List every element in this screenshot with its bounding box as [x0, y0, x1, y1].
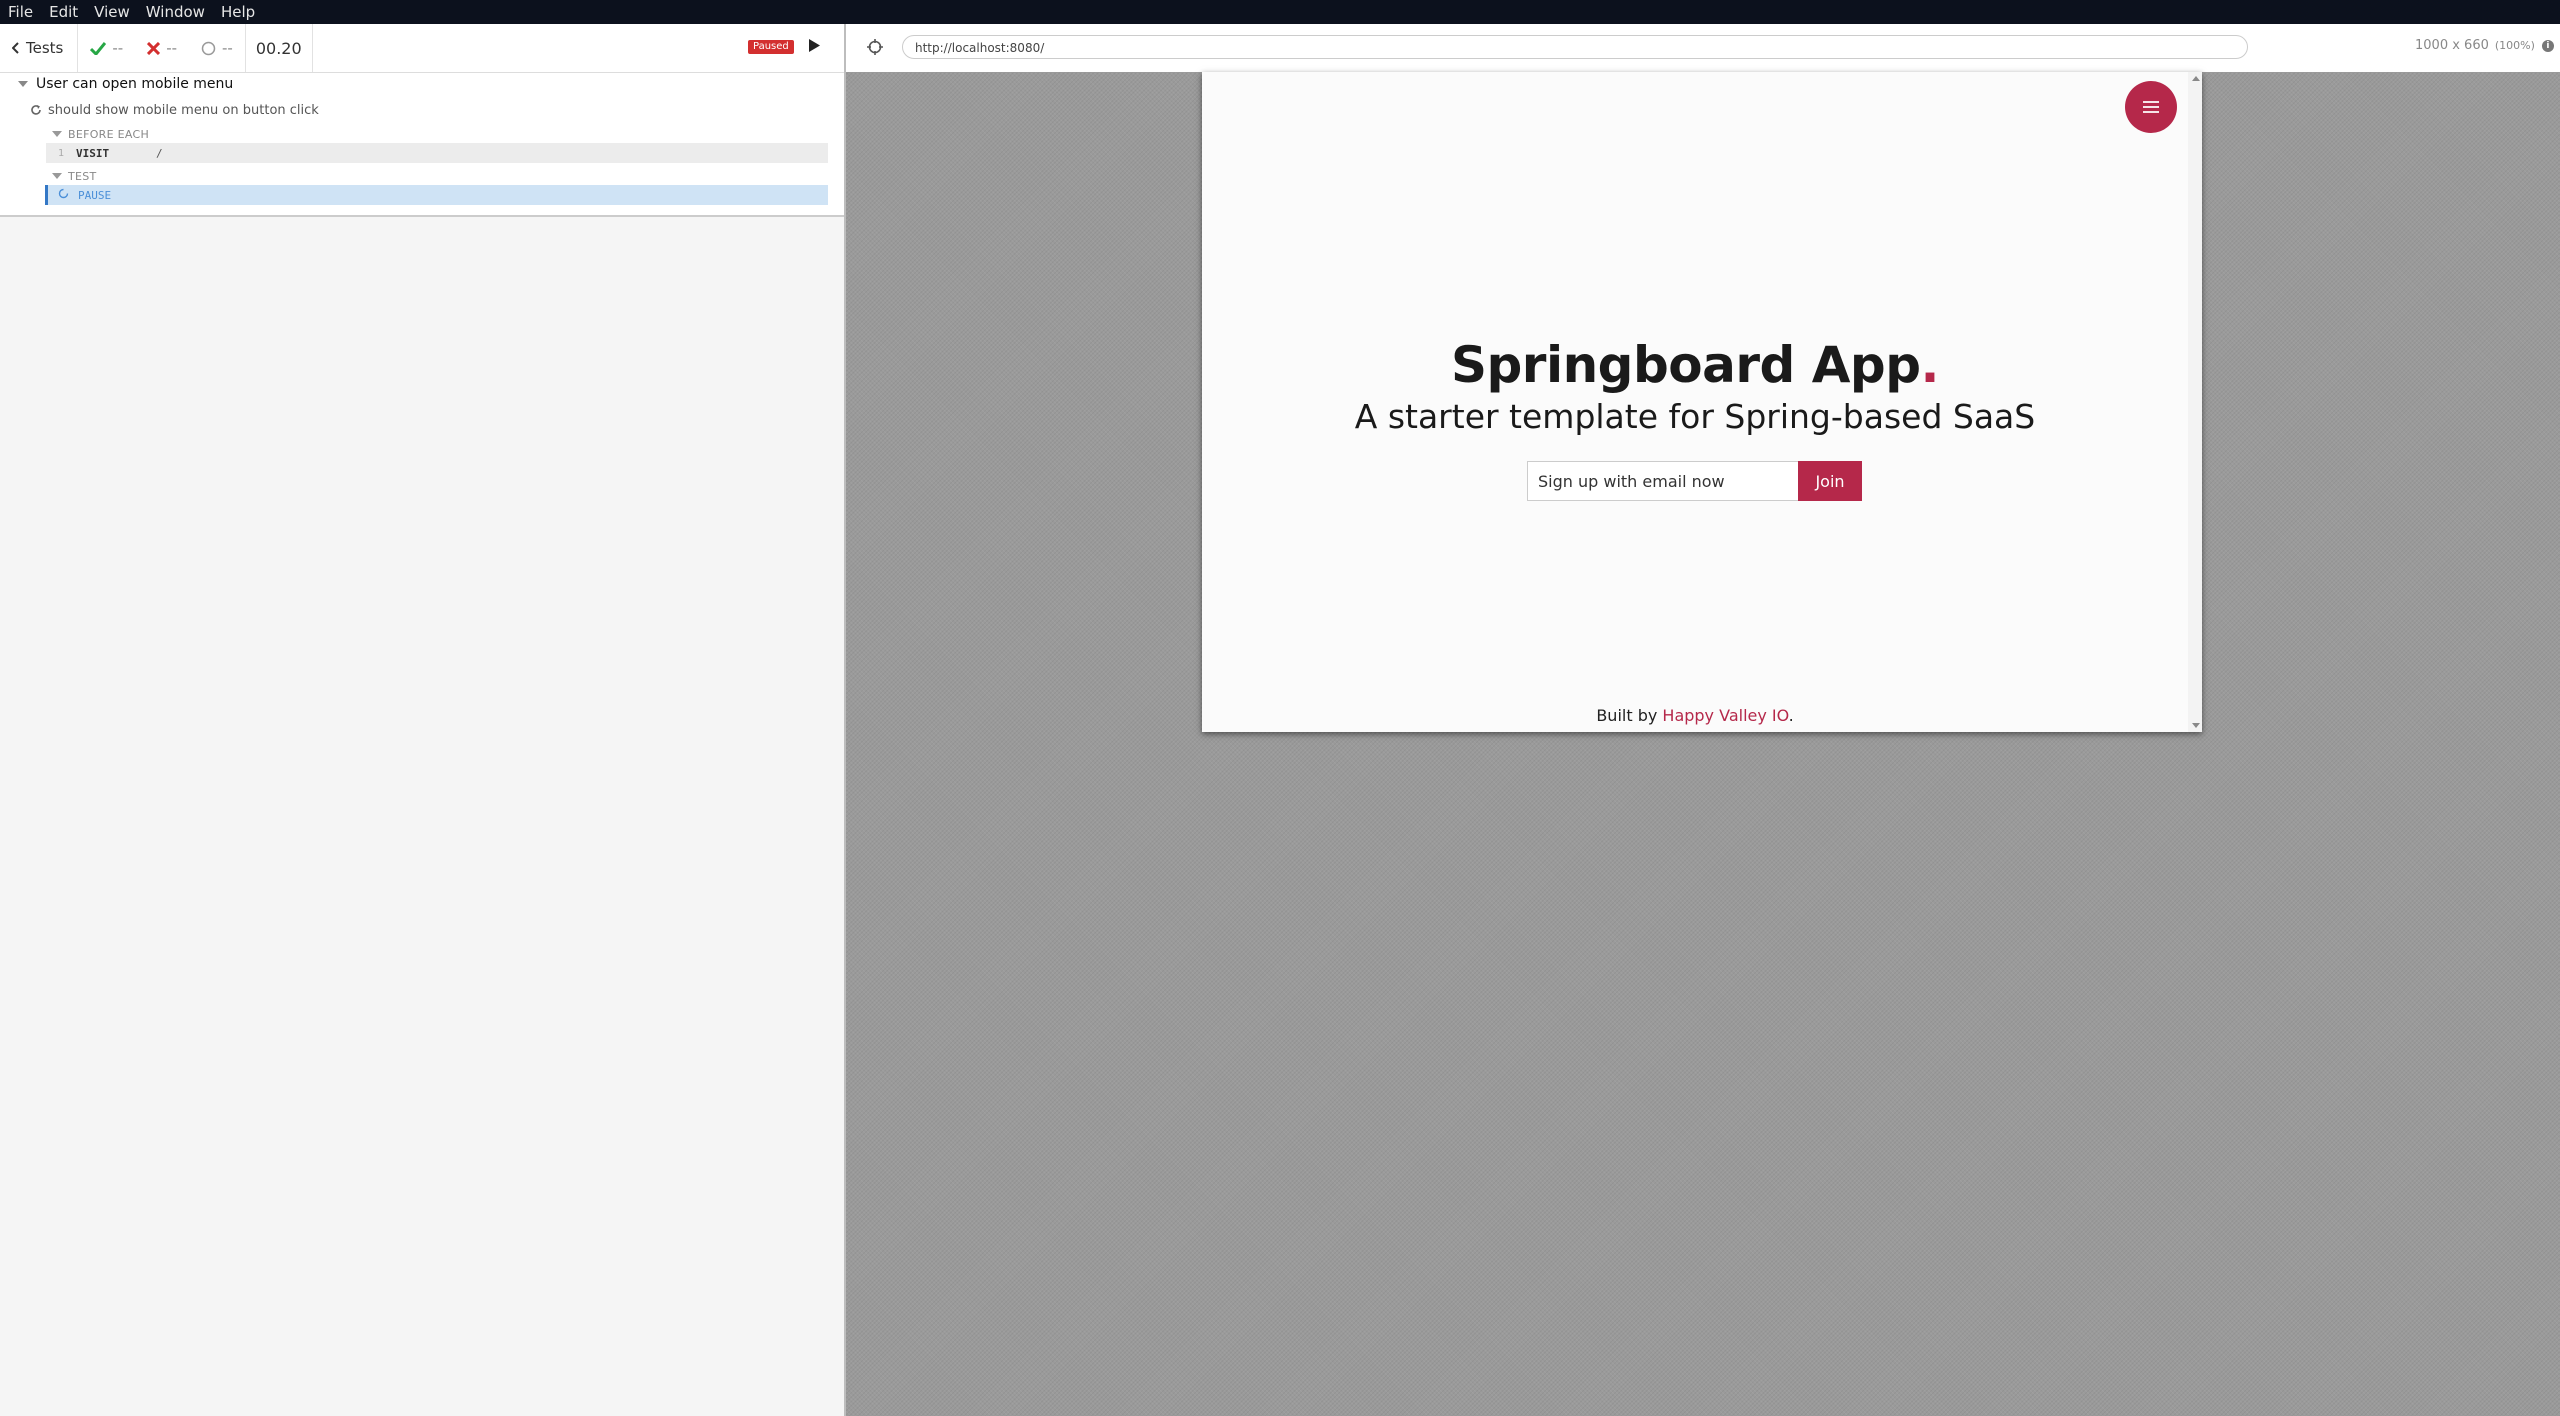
- check-icon: [90, 41, 107, 55]
- menu-window[interactable]: Window: [138, 0, 213, 24]
- chevron-left-icon: [12, 42, 19, 54]
- join-button[interactable]: Join: [1798, 461, 1862, 501]
- footer-suffix: .: [1788, 706, 1794, 725]
- reporter-stats-bar: Tests -- -- -- 00.20 Paused: [0, 24, 844, 73]
- viewport-scale: (100%): [2494, 39, 2535, 52]
- runnable-tree: User can open mobile menu should show mo…: [0, 73, 844, 217]
- paused-badge: Paused: [748, 40, 794, 54]
- menu-bar: File Edit View Window Help: [0, 0, 2560, 24]
- x-icon: [147, 41, 161, 55]
- command-name: VISIT: [76, 146, 110, 160]
- resume-button[interactable]: [808, 38, 821, 57]
- menu-view[interactable]: View: [86, 0, 138, 24]
- viewport-size: 1000 x 660: [2415, 38, 2489, 53]
- mobile-menu-button[interactable]: [2125, 81, 2177, 133]
- pending-value: --: [222, 39, 233, 57]
- app-scrollbar[interactable]: [2188, 72, 2202, 732]
- test-title-text: should show mobile menu on button click: [48, 102, 319, 118]
- tests-back-button[interactable]: Tests: [0, 24, 79, 72]
- aut-header: http://localhost:8080/ 1000 x 660 (100%)…: [846, 24, 2560, 73]
- footer-prefix: Built by: [1596, 706, 1663, 725]
- spinner-icon: [48, 188, 78, 202]
- duration: 00.20: [244, 24, 313, 72]
- footer: Built by Happy Valley IO.: [1202, 706, 2188, 725]
- info-icon[interactable]: i: [2541, 39, 2554, 52]
- hero-title-text: Springboard App: [1450, 336, 1921, 394]
- passed-value: --: [112, 39, 124, 57]
- crosshair-icon: [867, 39, 883, 55]
- viewport-info: 1000 x 660 (100%) i: [2415, 38, 2554, 53]
- hero-subtitle: A starter template for Spring-based SaaS: [1354, 397, 2036, 436]
- tests-label: Tests: [26, 39, 64, 57]
- caret-down-icon: [52, 131, 62, 137]
- hero-title: Springboard App.: [1202, 336, 2188, 394]
- passed-count: --: [78, 24, 135, 72]
- reporter-panel: Tests -- -- -- 00.20 Paused User can ope…: [0, 24, 846, 1416]
- hook-before-each[interactable]: BEFORE EACH: [0, 125, 844, 143]
- caret-down-icon: [18, 81, 28, 87]
- hero-title-dot: .: [1920, 336, 1940, 394]
- email-input[interactable]: [1527, 461, 1798, 501]
- footer-link[interactable]: Happy Valley IO: [1662, 706, 1788, 725]
- hook-test-label: TEST: [68, 169, 97, 183]
- url-bar[interactable]: http://localhost:8080/: [902, 35, 2248, 59]
- menu-help[interactable]: Help: [213, 0, 263, 24]
- app-iframe: Springboard App. A starter template for …: [1202, 72, 2202, 732]
- command-message: /: [156, 146, 163, 160]
- test-title[interactable]: should show mobile menu on button click: [0, 99, 844, 121]
- hook-before-each-label: BEFORE EACH: [68, 127, 150, 141]
- hamburger-icon: [2143, 101, 2159, 113]
- selector-playground-button[interactable]: [866, 38, 884, 60]
- play-icon: [809, 39, 820, 52]
- caret-down-icon: [52, 173, 62, 179]
- circle-icon: [201, 41, 216, 55]
- command-number: 1: [57, 147, 65, 159]
- suite-title-text: User can open mobile menu: [36, 76, 234, 92]
- refresh-icon: [31, 105, 41, 115]
- menu-file[interactable]: File: [0, 0, 41, 24]
- signup-form: Join: [1527, 461, 1862, 501]
- failed-value: --: [166, 39, 178, 57]
- command-name: PAUSE: [78, 188, 112, 202]
- menu-edit[interactable]: Edit: [41, 0, 86, 24]
- pending-count: --: [189, 24, 245, 72]
- command-pause[interactable]: PAUSE: [45, 185, 828, 205]
- hook-test[interactable]: TEST: [0, 167, 844, 185]
- command-visit[interactable]: 1 VISIT /: [46, 143, 828, 163]
- failed-count: --: [135, 24, 189, 72]
- scroll-down-icon[interactable]: [2192, 723, 2200, 728]
- scroll-up-icon[interactable]: [2192, 76, 2200, 81]
- suite-title[interactable]: User can open mobile menu: [0, 73, 844, 95]
